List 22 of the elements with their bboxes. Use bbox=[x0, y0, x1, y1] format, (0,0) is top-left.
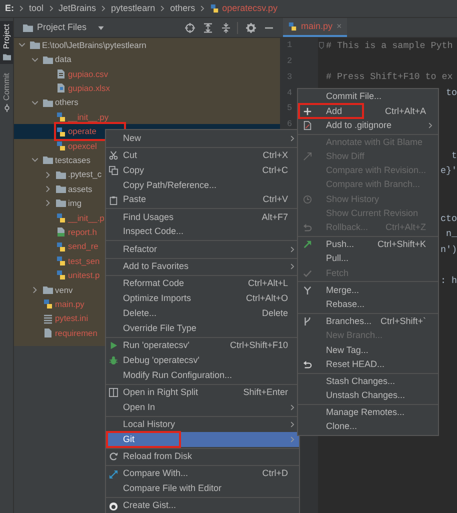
code-fragment: e}' bbox=[440, 164, 457, 178]
code-fragment: : h bbox=[440, 274, 457, 288]
shortcut-text: Ctrl+Shift+F10 bbox=[230, 339, 288, 352]
code-fragment: n_ bbox=[446, 227, 457, 241]
code-fragment: t bbox=[451, 148, 457, 163]
shortcut-text: Ctrl+D bbox=[262, 467, 288, 480]
code-fragment: n') bbox=[440, 242, 457, 257]
shortcut-text: Ctrl+Shift+K bbox=[377, 238, 426, 252]
shortcut-text: Shift+Enter bbox=[243, 386, 288, 399]
code-fragment: to bbox=[446, 86, 457, 100]
code-fragment: cto bbox=[440, 212, 457, 226]
shortcut-text: Ctrl+Alt+A bbox=[384, 104, 426, 118]
shortcut-text: Ctrl+Alt+L bbox=[248, 277, 288, 290]
shortcut-text: Ctrl+X bbox=[262, 148, 288, 162]
shortcut-text: Ctrl+Shift+` bbox=[380, 315, 426, 328]
code-line: # Press Shift+F10 to ex bbox=[326, 70, 453, 84]
shortcut-text: Ctrl+V bbox=[262, 193, 288, 206]
shortcut-text: Alt+F7 bbox=[262, 210, 288, 224]
shortcut-text: Ctrl+Alt+O bbox=[246, 292, 288, 306]
code-line: # This is a sample Pyth bbox=[326, 38, 453, 53]
shortcut-text: Delete bbox=[262, 306, 288, 320]
shortcut-text: Ctrl+C bbox=[262, 164, 288, 177]
